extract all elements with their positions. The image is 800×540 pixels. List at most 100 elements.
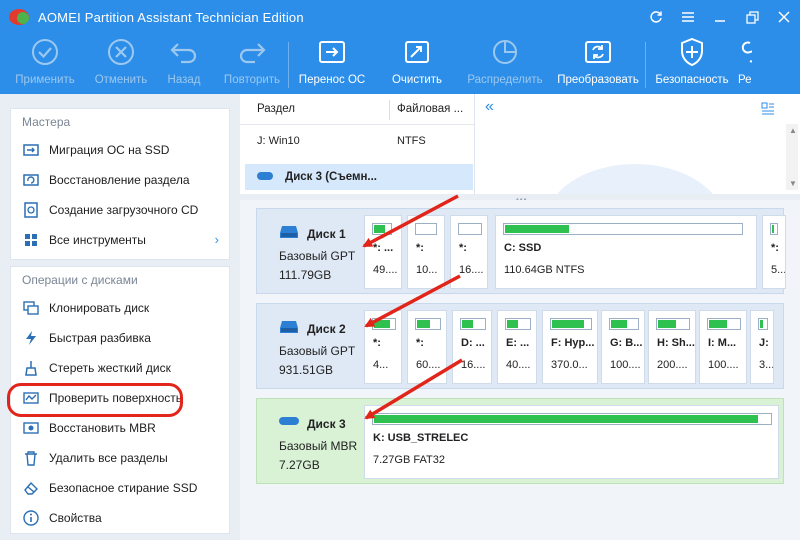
column-header-filesystem[interactable]: Файловая ... xyxy=(397,94,463,124)
partition-label: *: xyxy=(416,337,424,349)
partition-label: F: Hyp... xyxy=(551,337,595,349)
app-logo-icon xyxy=(8,6,30,28)
menu-label: Восстановить MBR xyxy=(49,421,156,435)
clean-button[interactable]: Очистить xyxy=(375,34,459,94)
partition-info: 7.27GB FAT32 xyxy=(373,454,445,466)
partition-block[interactable]: *: 5... xyxy=(762,215,786,289)
restore-icon[interactable] xyxy=(736,0,768,34)
refresh-icon[interactable] xyxy=(640,0,672,34)
menu-label: Стереть жесткий диск xyxy=(49,361,171,375)
clean-icon xyxy=(401,36,433,68)
table-cell-filesystem[interactable]: NTFS xyxy=(397,128,426,154)
partition-block[interactable]: J: 3... xyxy=(750,310,774,384)
partition-block[interactable]: F: Hyp... 370.0... xyxy=(542,310,598,384)
usb-disk-icon xyxy=(279,415,299,429)
chevron-right-icon: › xyxy=(214,232,219,247)
allocate-button[interactable]: Распределить xyxy=(459,34,551,94)
menu-all-tools[interactable]: Все инструменты › xyxy=(11,225,229,255)
menu-bootable-cd[interactable]: Создание загрузочного CD xyxy=(11,195,229,225)
convert-button[interactable]: Преобразовать xyxy=(551,34,645,94)
menu-delete-all-partitions[interactable]: Удалить все разделы xyxy=(11,443,229,473)
partition-usage-fill xyxy=(462,320,473,328)
disk-row[interactable]: Диск 2 Базовый GPT 931.51GB *: 4... *: 60.... D… xyxy=(256,303,784,389)
disk-type: Базовый MBR xyxy=(279,439,358,453)
partition-block[interactable]: *: 60.... xyxy=(407,310,447,384)
menu-os-migration[interactable]: Миграция ОС на SSD xyxy=(11,135,229,165)
partition-block[interactable]: *: 4... xyxy=(364,310,402,384)
disk-type: Базовый GPT xyxy=(279,344,356,358)
partition-block[interactable]: I: M... 100.... xyxy=(699,310,747,384)
partition-block[interactable]: G: B... 100.... xyxy=(601,310,645,384)
wipe-disk-icon xyxy=(22,359,40,377)
menu-quick-partition[interactable]: Быстрая разбивка xyxy=(11,323,229,353)
partition-usage-fill xyxy=(552,320,585,328)
partition-block[interactable]: D: ... 16.... xyxy=(452,310,492,384)
partition-block[interactable]: *: 16.... xyxy=(450,215,488,289)
partition-usage-fill xyxy=(374,225,386,233)
collapse-button[interactable]: « xyxy=(485,98,494,116)
rebuild-mbr-icon xyxy=(22,419,40,437)
partition-usage-bar xyxy=(550,318,592,330)
menu-label: Удалить все разделы xyxy=(49,451,168,465)
menu-properties[interactable]: Свойства xyxy=(11,503,229,533)
menu-label: Быстрая разбивка xyxy=(49,331,151,345)
column-header-partition[interactable]: Раздел xyxy=(257,94,295,124)
partition-usage-fill xyxy=(611,320,627,328)
partition-block[interactable]: H: Sh... 200.... xyxy=(648,310,696,384)
partition-block[interactable]: C: SSD 110.64GB NTFS xyxy=(495,215,757,289)
partition-block[interactable]: *: 10... xyxy=(407,215,445,289)
apply-button[interactable]: Применить xyxy=(0,34,90,94)
redo-icon xyxy=(236,36,268,68)
partition-usage-bar xyxy=(758,318,768,330)
partition-info: 100.... xyxy=(610,359,641,371)
partition-usage-bar xyxy=(372,223,392,235)
partition-label: J: xyxy=(759,337,769,349)
more-tools-button[interactable]: Ре xyxy=(738,34,766,94)
menu-partition-recovery[interactable]: Восстановление раздела xyxy=(11,165,229,195)
partition-label: *: ... xyxy=(373,242,394,254)
partition-block[interactable]: K: USB_STRELEC 7.27GB FAT32 xyxy=(364,405,779,479)
partition-usage-fill xyxy=(760,320,763,328)
minimize-icon[interactable] xyxy=(704,0,736,34)
disk-name: Диск 3 xyxy=(307,417,346,431)
quick-partition-icon xyxy=(22,329,40,347)
undo-button[interactable]: Назад xyxy=(152,34,216,94)
partition-block[interactable]: *: ... 49.... xyxy=(364,215,402,289)
partition-info: 60.... xyxy=(416,359,441,371)
security-button[interactable]: Безопасность xyxy=(646,34,738,94)
menu-clone-disk[interactable]: Клонировать диск xyxy=(11,293,229,323)
table-cell-partition[interactable]: J: Win10 xyxy=(257,128,300,154)
scrollbar[interactable]: ▲ ▼ xyxy=(786,124,798,190)
partition-usage-bar xyxy=(372,318,396,330)
table-row-selected-disk[interactable]: Диск 3 (Съемн... xyxy=(245,164,473,190)
wizards-title: Мастера xyxy=(22,115,71,129)
clone-disk-icon xyxy=(22,299,40,317)
menu-icon[interactable] xyxy=(672,0,704,34)
disk-row[interactable]: Диск 1 Базовый GPT 111.79GB *: ... 49.... *: 1… xyxy=(256,208,786,294)
discard-button[interactable]: Отменить xyxy=(90,34,152,94)
main-toolbar: Применить Отменить Назад Повторить Перен… xyxy=(0,34,800,94)
menu-wipe-disk[interactable]: Стереть жесткий диск xyxy=(11,353,229,383)
partition-usage-bar xyxy=(372,413,772,425)
close-icon[interactable] xyxy=(768,0,800,34)
partition-block[interactable]: E: ... 40.... xyxy=(497,310,537,384)
disk-row[interactable]: Диск 3 Базовый MBR 7.27GB K: USB_STRELEC 7.2… xyxy=(256,398,784,484)
hard-disk-icon xyxy=(279,320,299,334)
partition-usage-bar xyxy=(503,223,743,235)
partition-usage-fill xyxy=(505,225,569,233)
partition-usage-fill xyxy=(658,320,676,328)
redo-button[interactable]: Повторить xyxy=(216,34,288,94)
partition-label: K: USB_STRELEC xyxy=(373,432,469,444)
menu-rebuild-mbr[interactable]: Восстановить MBR xyxy=(11,413,229,443)
menu-label: Свойства xyxy=(49,511,102,525)
partition-usage-fill xyxy=(374,320,390,328)
title-bar: AOMEI Partition Assistant Technician Edi… xyxy=(0,0,800,34)
partition-usage-bar xyxy=(460,318,486,330)
menu-ssd-secure-erase[interactable]: Безопасное стирание SSD xyxy=(11,473,229,503)
migrate-os-button[interactable]: Перенос ОС xyxy=(289,34,375,94)
disk-name: Диск 1 xyxy=(307,227,346,241)
undo-icon xyxy=(168,36,200,68)
view-toggle-icon[interactable] xyxy=(761,102,775,119)
migrate-os-icon xyxy=(316,36,348,68)
partition-info: 3... xyxy=(759,359,774,371)
